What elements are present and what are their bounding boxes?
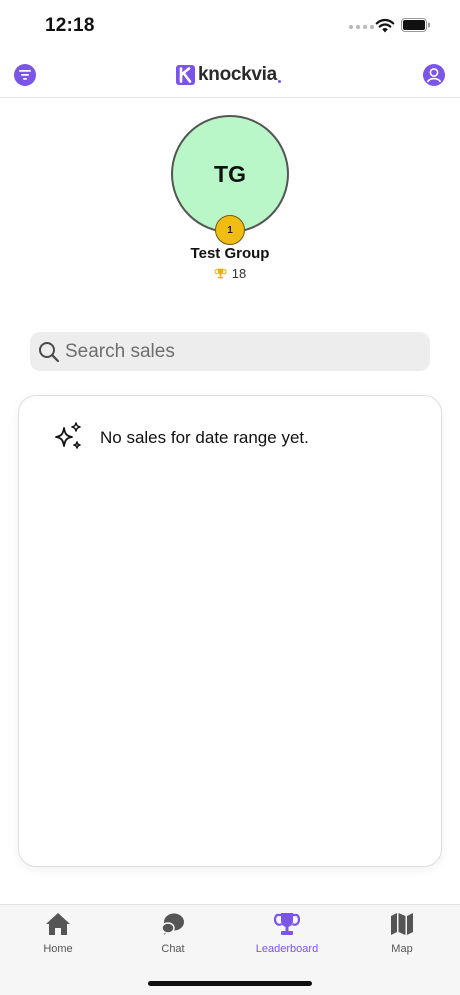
group-score: 18 — [0, 266, 460, 281]
home-icon — [46, 913, 70, 935]
logo-text: knockvia — [198, 64, 277, 85]
tab-label: Home — [43, 943, 73, 955]
sparkles-icon — [55, 422, 81, 449]
logo-mark-icon — [176, 65, 195, 85]
tab-map[interactable]: Map — [362, 911, 442, 955]
search-input[interactable] — [65, 340, 405, 363]
search-bar[interactable] — [30, 332, 430, 371]
logo-dot — [277, 79, 281, 83]
map-icon — [391, 913, 413, 935]
group-name: Test Group — [190, 245, 270, 262]
sales-card: No sales for date range yet. — [18, 395, 442, 867]
tab-home[interactable]: Home — [18, 911, 98, 955]
score-value: 18 — [231, 266, 247, 281]
home-indicator[interactable] — [148, 981, 312, 986]
app-logo: knockvia — [176, 63, 281, 87]
wifi-icon — [375, 18, 395, 33]
rank-badge: 1 — [215, 215, 245, 245]
empty-sales-message: No sales for date range yet. — [100, 428, 309, 447]
group-initials: TG — [214, 160, 246, 187]
trophy-icon — [214, 268, 227, 279]
status-time: 12:18 — [45, 15, 95, 36]
tab-label: Leaderboard — [255, 943, 319, 955]
tab-label: Chat — [161, 943, 185, 955]
search-icon — [39, 341, 60, 362]
tab-chat[interactable]: Chat — [133, 911, 213, 955]
profile-button[interactable] — [423, 64, 445, 86]
battery-icon — [401, 18, 430, 32]
filter-button[interactable] — [14, 64, 36, 86]
filter-icon — [19, 70, 31, 80]
trophy-icon — [274, 913, 300, 935]
cellular-signal-icon — [349, 25, 374, 29]
app-header: knockvia — [0, 52, 460, 98]
user-icon — [426, 68, 442, 83]
chat-icon — [161, 913, 184, 935]
tab-leaderboard[interactable]: Leaderboard — [247, 911, 327, 955]
tab-label: Map — [391, 943, 413, 955]
status-bar: 12:18 — [0, 0, 460, 52]
